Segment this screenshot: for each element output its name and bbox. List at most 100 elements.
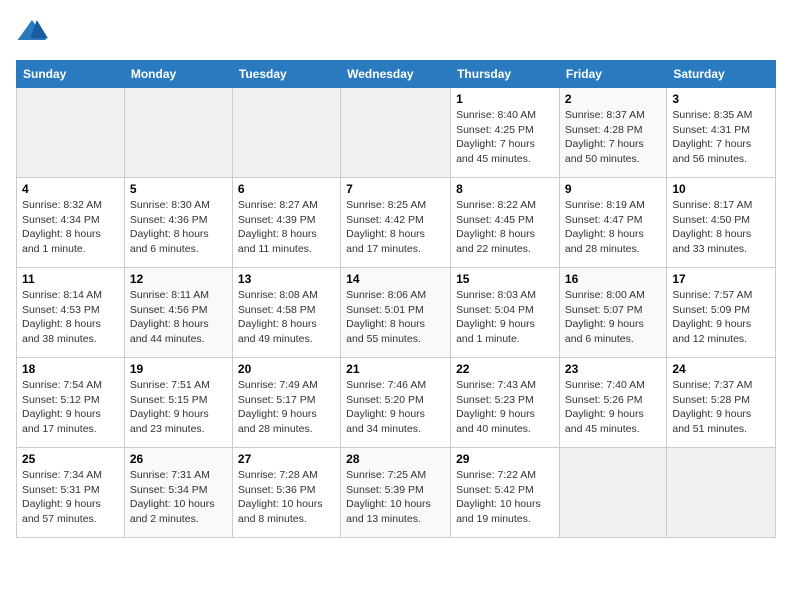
day-info: Sunrise: 8:00 AM Sunset: 5:07 PM Dayligh… — [565, 288, 661, 347]
calendar-cell — [559, 448, 666, 538]
page-header — [16, 16, 776, 48]
calendar-cell: 25 Sunrise: 7:34 AM Sunset: 5:31 PM Dayli… — [17, 448, 125, 538]
day-number: 7 — [346, 182, 445, 196]
calendar-cell: 2 Sunrise: 8:37 AM Sunset: 4:28 PM Daylig… — [559, 88, 666, 178]
day-info: Sunrise: 7:31 AM Sunset: 5:34 PM Dayligh… — [130, 468, 227, 527]
calendar-cell: 21 Sunrise: 7:46 AM Sunset: 5:20 PM Dayli… — [341, 358, 451, 448]
day-number: 27 — [238, 452, 335, 466]
day-number: 28 — [346, 452, 445, 466]
weekday-header-friday: Friday — [559, 61, 666, 88]
day-info: Sunrise: 7:54 AM Sunset: 5:12 PM Dayligh… — [22, 378, 119, 437]
day-info: Sunrise: 8:22 AM Sunset: 4:45 PM Dayligh… — [456, 198, 554, 257]
weekday-header-saturday: Saturday — [667, 61, 776, 88]
day-info: Sunrise: 8:27 AM Sunset: 4:39 PM Dayligh… — [238, 198, 335, 257]
calendar-cell: 8 Sunrise: 8:22 AM Sunset: 4:45 PM Daylig… — [451, 178, 560, 268]
day-number: 4 — [22, 182, 119, 196]
day-number: 22 — [456, 362, 554, 376]
day-info: Sunrise: 7:37 AM Sunset: 5:28 PM Dayligh… — [672, 378, 770, 437]
calendar-cell: 23 Sunrise: 7:40 AM Sunset: 5:26 PM Dayli… — [559, 358, 666, 448]
day-info: Sunrise: 8:40 AM Sunset: 4:25 PM Dayligh… — [456, 108, 554, 167]
day-info: Sunrise: 7:34 AM Sunset: 5:31 PM Dayligh… — [22, 468, 119, 527]
calendar-cell: 5 Sunrise: 8:30 AM Sunset: 4:36 PM Daylig… — [124, 178, 232, 268]
day-number: 15 — [456, 272, 554, 286]
calendar-cell: 19 Sunrise: 7:51 AM Sunset: 5:15 PM Dayli… — [124, 358, 232, 448]
day-number: 29 — [456, 452, 554, 466]
weekday-header-sunday: Sunday — [17, 61, 125, 88]
weekday-header-wednesday: Wednesday — [341, 61, 451, 88]
day-number: 6 — [238, 182, 335, 196]
calendar-cell: 10 Sunrise: 8:17 AM Sunset: 4:50 PM Dayli… — [667, 178, 776, 268]
day-info: Sunrise: 8:30 AM Sunset: 4:36 PM Dayligh… — [130, 198, 227, 257]
day-number: 9 — [565, 182, 661, 196]
calendar-cell: 18 Sunrise: 7:54 AM Sunset: 5:12 PM Dayli… — [17, 358, 125, 448]
calendar-header: SundayMondayTuesdayWednesdayThursdayFrid… — [17, 61, 776, 88]
day-number: 8 — [456, 182, 554, 196]
day-info: Sunrise: 7:51 AM Sunset: 5:15 PM Dayligh… — [130, 378, 227, 437]
day-info: Sunrise: 8:35 AM Sunset: 4:31 PM Dayligh… — [672, 108, 770, 167]
calendar-cell: 16Sunrise: 8:00 AM Sunset: 5:07 PM Dayli… — [559, 268, 666, 358]
calendar-cell: 13 Sunrise: 8:08 AM Sunset: 4:58 PM Dayli… — [232, 268, 340, 358]
day-info: Sunrise: 8:37 AM Sunset: 4:28 PM Dayligh… — [565, 108, 661, 167]
calendar-body: 1Sunrise: 8:40 AM Sunset: 4:25 PM Daylig… — [17, 88, 776, 538]
calendar-cell: 7Sunrise: 8:25 AM Sunset: 4:42 PM Daylig… — [341, 178, 451, 268]
calendar-cell — [341, 88, 451, 178]
calendar-week-3: 11Sunrise: 8:14 AM Sunset: 4:53 PM Dayli… — [17, 268, 776, 358]
calendar-cell: 20 Sunrise: 7:49 AM Sunset: 5:17 PM Dayli… — [232, 358, 340, 448]
day-info: Sunrise: 8:11 AM Sunset: 4:56 PM Dayligh… — [130, 288, 227, 347]
day-info: Sunrise: 7:57 AM Sunset: 5:09 PM Dayligh… — [672, 288, 770, 347]
day-number: 19 — [130, 362, 227, 376]
day-number: 20 — [238, 362, 335, 376]
day-info: Sunrise: 8:06 AM Sunset: 5:01 PM Dayligh… — [346, 288, 445, 347]
day-number: 13 — [238, 272, 335, 286]
calendar-cell: 9 Sunrise: 8:19 AM Sunset: 4:47 PM Daylig… — [559, 178, 666, 268]
weekday-header-tuesday: Tuesday — [232, 61, 340, 88]
day-info: Sunrise: 8:03 AM Sunset: 5:04 PM Dayligh… — [456, 288, 554, 347]
logo-icon — [16, 16, 48, 48]
day-number: 5 — [130, 182, 227, 196]
logo — [16, 16, 52, 48]
day-number: 25 — [22, 452, 119, 466]
calendar-week-1: 1Sunrise: 8:40 AM Sunset: 4:25 PM Daylig… — [17, 88, 776, 178]
day-info: Sunrise: 7:49 AM Sunset: 5:17 PM Dayligh… — [238, 378, 335, 437]
calendar-table: SundayMondayTuesdayWednesdayThursdayFrid… — [16, 60, 776, 538]
day-info: Sunrise: 8:19 AM Sunset: 4:47 PM Dayligh… — [565, 198, 661, 257]
day-number: 26 — [130, 452, 227, 466]
day-info: Sunrise: 7:40 AM Sunset: 5:26 PM Dayligh… — [565, 378, 661, 437]
calendar-week-2: 4 Sunrise: 8:32 AM Sunset: 4:34 PM Daylig… — [17, 178, 776, 268]
day-number: 2 — [565, 92, 661, 106]
header-row: SundayMondayTuesdayWednesdayThursdayFrid… — [17, 61, 776, 88]
day-number: 12 — [130, 272, 227, 286]
day-info: Sunrise: 8:08 AM Sunset: 4:58 PM Dayligh… — [238, 288, 335, 347]
day-number: 23 — [565, 362, 661, 376]
day-number: 3 — [672, 92, 770, 106]
day-number: 21 — [346, 362, 445, 376]
day-number: 11 — [22, 272, 119, 286]
day-number: 17 — [672, 272, 770, 286]
day-info: Sunrise: 7:46 AM Sunset: 5:20 PM Dayligh… — [346, 378, 445, 437]
calendar-cell — [17, 88, 125, 178]
day-number: 18 — [22, 362, 119, 376]
weekday-header-monday: Monday — [124, 61, 232, 88]
calendar-cell: 15 Sunrise: 8:03 AM Sunset: 5:04 PM Dayli… — [451, 268, 560, 358]
day-number: 14 — [346, 272, 445, 286]
day-number: 24 — [672, 362, 770, 376]
calendar-cell: 17 Sunrise: 7:57 AM Sunset: 5:09 PM Dayli… — [667, 268, 776, 358]
day-info: Sunrise: 8:32 AM Sunset: 4:34 PM Dayligh… — [22, 198, 119, 257]
calendar-cell: 28 Sunrise: 7:25 AM Sunset: 5:39 PM Dayli… — [341, 448, 451, 538]
day-info: Sunrise: 7:25 AM Sunset: 5:39 PM Dayligh… — [346, 468, 445, 527]
calendar-cell: 24 Sunrise: 7:37 AM Sunset: 5:28 PM Dayli… — [667, 358, 776, 448]
calendar-cell: 6 Sunrise: 8:27 AM Sunset: 4:39 PM Daylig… — [232, 178, 340, 268]
day-number: 10 — [672, 182, 770, 196]
calendar-cell: 4 Sunrise: 8:32 AM Sunset: 4:34 PM Daylig… — [17, 178, 125, 268]
calendar-cell: 3 Sunrise: 8:35 AM Sunset: 4:31 PM Daylig… — [667, 88, 776, 178]
calendar-cell: 12 Sunrise: 8:11 AM Sunset: 4:56 PM Dayli… — [124, 268, 232, 358]
calendar-cell — [232, 88, 340, 178]
calendar-cell: 26 Sunrise: 7:31 AM Sunset: 5:34 PM Dayli… — [124, 448, 232, 538]
day-info: Sunrise: 7:43 AM Sunset: 5:23 PM Dayligh… — [456, 378, 554, 437]
day-info: Sunrise: 8:17 AM Sunset: 4:50 PM Dayligh… — [672, 198, 770, 257]
calendar-cell — [667, 448, 776, 538]
calendar-cell: 1Sunrise: 8:40 AM Sunset: 4:25 PM Daylig… — [451, 88, 560, 178]
calendar-cell: 29Sunrise: 7:22 AM Sunset: 5:42 PM Dayli… — [451, 448, 560, 538]
calendar-week-5: 25 Sunrise: 7:34 AM Sunset: 5:31 PM Dayli… — [17, 448, 776, 538]
calendar-cell: 14 Sunrise: 8:06 AM Sunset: 5:01 PM Dayli… — [341, 268, 451, 358]
